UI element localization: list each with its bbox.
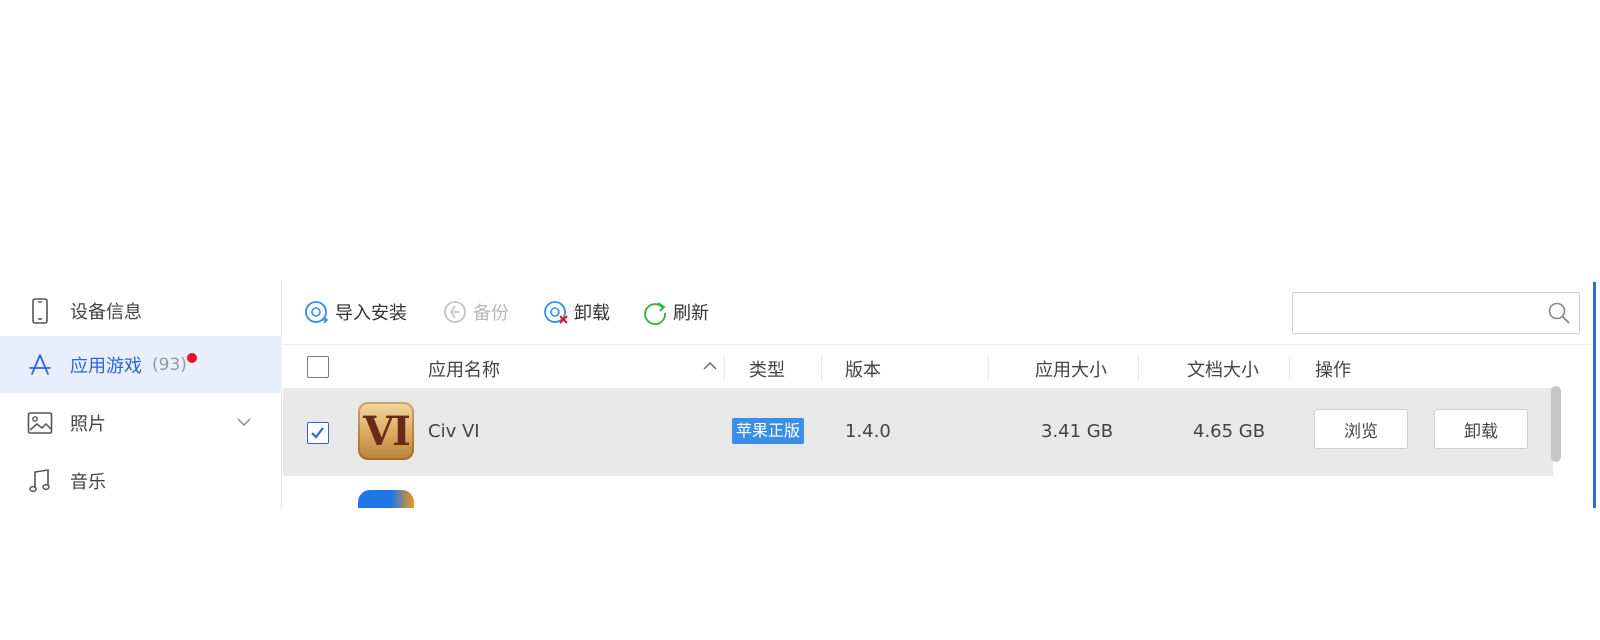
column-header-version[interactable]: 版本 [845,356,881,382]
column-header-doc-size[interactable]: 文档大小 [1187,356,1259,382]
sidebar-item-apps-games[interactable]: 应用游戏 (93) [0,336,282,393]
phone-icon [26,297,54,325]
uninstall-toolbar-button[interactable]: 卸载 [542,298,610,326]
sidebar-item-label: 照片 [70,413,106,435]
notification-dot [186,352,197,363]
sidebar-item-label: 音乐 [70,471,106,493]
scrollbar[interactable] [1551,386,1561,462]
sidebar-item-label: 设备信息 [70,301,142,323]
app-store-icon [26,351,54,379]
column-separator [724,357,725,379]
row-checkbox[interactable] [307,422,329,444]
table-header: 应用名称 类型 版本 应用大小 文档大小 操作 [283,344,1593,388]
column-header-type[interactable]: 类型 [749,356,785,382]
type-badge: 苹果正版 [732,418,805,444]
column-header-name[interactable]: 应用名称 [428,356,500,382]
column-header-ops: 操作 [1315,360,1351,381]
app-name: Civ VI [428,421,480,442]
photo-icon [26,409,54,437]
column-separator [1289,357,1290,379]
sidebar-item-music[interactable]: 音乐 [0,452,282,508]
sort-ascending-icon[interactable] [701,357,719,380]
import-install-button[interactable]: 导入安装 [303,298,407,326]
app-icon: VI [358,402,414,460]
chevron-down-icon[interactable] [234,412,254,432]
table-row[interactable]: VI Civ VI 苹果正版 1.4.0 3.41 GB 4.65 GB 浏览 … [283,388,1553,476]
sidebar-item-photos[interactable]: 照片 [0,394,282,451]
doc-size: 4.65 GB [1193,421,1266,442]
sidebar-item-label: 应用游戏 [70,355,142,377]
column-separator [988,357,989,379]
backup-icon [441,298,469,326]
search-icon[interactable] [1547,301,1571,325]
refresh-button[interactable]: 刷新 [641,298,709,326]
app-size: 3.41 GB [1041,421,1114,442]
app-icon-text: VI [363,407,411,455]
uninstall-icon [542,298,570,326]
app-icon [358,490,414,508]
column-header-app-size[interactable]: 应用大小 [1035,356,1107,382]
app-version: 1.4.0 [845,421,891,442]
backup-label: 备份 [473,303,509,324]
music-note-icon [26,467,54,495]
screenshot-canvas: 设备信息 应用游戏 (93) 照片 音乐 导入安装 备份 卸载 刷新 应用名称 … [0,0,1600,640]
search-input[interactable] [1301,299,1541,327]
select-all-checkbox[interactable] [307,356,329,378]
toolbar: 导入安装 备份 卸载 刷新 [283,282,1593,342]
backup-button[interactable]: 备份 [441,298,509,326]
app-window: 设备信息 应用游戏 (93) 照片 音乐 导入安装 备份 卸载 刷新 应用名称 … [0,282,1600,508]
checkmark-icon [311,427,324,439]
sidebar-item-device-info[interactable]: 设备信息 [0,282,282,339]
app-count: (93) [152,354,187,375]
search-box[interactable] [1292,292,1580,334]
row-uninstall-button[interactable]: 卸载 [1434,409,1528,449]
import-install-label: 导入安装 [335,303,407,324]
refresh-icon [641,298,669,326]
import-icon [303,298,331,326]
uninstall-label: 卸载 [574,303,610,324]
main-panel: 导入安装 备份 卸载 刷新 应用名称 类型 版本 应用大小 文档大小 操作 VI… [283,282,1596,508]
refresh-label: 刷新 [673,303,709,324]
column-separator [1138,357,1139,379]
browse-button[interactable]: 浏览 [1314,409,1408,449]
column-separator [821,357,822,379]
sidebar: 设备信息 应用游戏 (93) 照片 音乐 [0,282,282,508]
